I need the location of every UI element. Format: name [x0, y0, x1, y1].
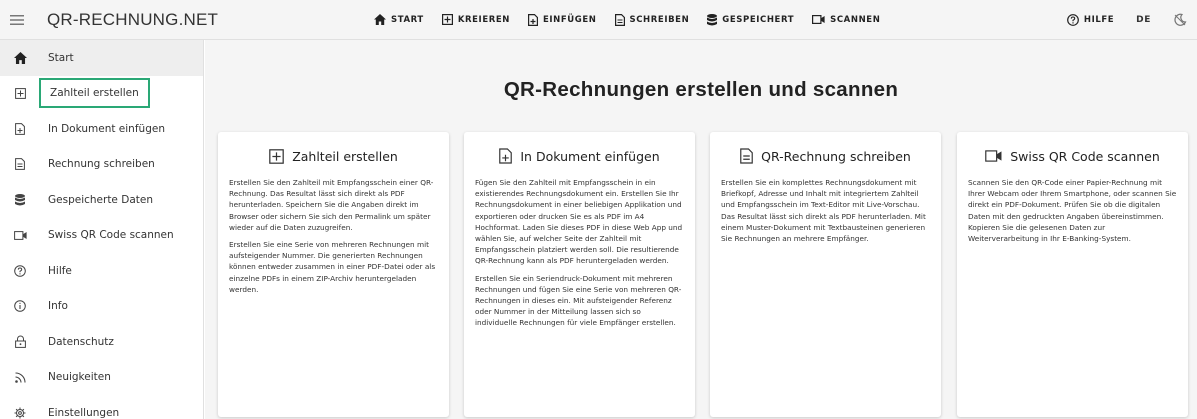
- card-in-dokument-einfuegen[interactable]: In Dokument einfügen Fügen Sie den Zahlt…: [464, 132, 695, 417]
- card-text: Scannen Sie den QR-Code einer Papier-Rec…: [968, 178, 1177, 244]
- home-icon: [374, 14, 386, 25]
- card-header: Swiss QR Code scannen: [968, 145, 1177, 167]
- nav-gespeichert[interactable]: GESPEICHERT: [698, 0, 803, 40]
- card-header: In Dokument einfügen: [475, 145, 684, 167]
- sidebar-item-start[interactable]: Start: [0, 40, 203, 76]
- nav-einfuegen[interactable]: EINFÜGEN: [519, 0, 606, 40]
- brand-title[interactable]: QR-RECHNUNG.NET: [47, 10, 357, 30]
- sidebar-item-einfuegen[interactable]: In Dokument einfügen: [0, 111, 203, 147]
- card-text: Fügen Sie den Zahlteil mit Empfangsschei…: [475, 178, 683, 266]
- sidebar-item-schreiben[interactable]: Rechnung schreiben: [0, 147, 203, 183]
- lock-icon: [0, 335, 40, 349]
- sidebar-item-label: Rechnung schreiben: [48, 158, 155, 171]
- sidebar-item-scannen[interactable]: Swiss QR Code scannen: [0, 218, 203, 254]
- card-title: QR-Rechnung schreiben: [761, 148, 911, 164]
- sidebar-item-info[interactable]: Info: [0, 289, 203, 325]
- sidebar-item-label: Gespeicherte Daten: [48, 193, 153, 206]
- card-title: In Dokument einfügen: [520, 148, 660, 164]
- sidebar-item-label: Swiss QR Code scannen: [48, 229, 174, 242]
- card-swiss-qr-scannen[interactable]: Swiss QR Code scannen Scannen Sie den QR…: [957, 132, 1188, 417]
- card-header: Zahlteil erstellen: [229, 145, 438, 167]
- nav-label: SCHREIBEN: [629, 14, 690, 25]
- sidebar-item-label: Datenschutz: [48, 335, 114, 348]
- page-title: QR-Rechnungen erstellen und scannen: [503, 78, 899, 101]
- database-icon: [707, 13, 718, 25]
- card-text: Erstellen Sie ein komplettes Rechnungsdo…: [721, 178, 926, 244]
- sidebar-item-label: Start: [48, 51, 74, 64]
- top-app-bar: QR-RECHNUNG.NET START KREIEREN EINFÜGEN …: [0, 0, 1197, 40]
- right-nav: HILFE DE: [1057, 0, 1197, 40]
- video-camera-icon: [985, 150, 1002, 162]
- file-plus-icon: [528, 13, 538, 26]
- card-text: Erstellen Sie ein Seriendruck-Dokument m…: [475, 273, 682, 328]
- sidebar-item-label: Einstellungen: [48, 406, 120, 419]
- nav-kreieren[interactable]: KREIEREN: [433, 0, 519, 40]
- video-camera-icon: [812, 15, 825, 24]
- sidebar: Start Zahlteil erstellen In Dokument ein…: [0, 40, 204, 419]
- sidebar-item-einstellungen[interactable]: Einstellungen: [0, 395, 203, 419]
- card-text: Erstellen Sie den Zahlteil mit Empfangss…: [229, 178, 434, 232]
- sidebar-item-zahlteil[interactable]: Zahlteil erstellen: [0, 76, 203, 112]
- card-text: Erstellen Sie eine Serie von mehreren Re…: [229, 240, 436, 294]
- nav-schreiben[interactable]: SCHREIBEN: [606, 0, 699, 40]
- file-plus-icon: [0, 122, 40, 135]
- main-nav: START KREIEREN EINFÜGEN SCHREIBEN GESPEI…: [365, 0, 889, 40]
- help-circle-icon: [1066, 14, 1079, 26]
- sidebar-item-label: Hilfe: [48, 264, 72, 277]
- sidebar-item-neuigkeiten[interactable]: Neuigkeiten: [0, 360, 203, 396]
- nav-label: SCANNEN: [830, 14, 881, 25]
- settings-icon: [0, 407, 40, 419]
- card-title: Swiss QR Code scannen: [1010, 148, 1160, 164]
- plus-box-icon: [269, 148, 284, 164]
- card-zahlteil-erstellen[interactable]: Zahlteil erstellen Erstellen Sie den Zah…: [218, 132, 449, 417]
- video-camera-icon: [0, 230, 40, 240]
- sidebar-item-hilfe[interactable]: Hilfe: [0, 253, 203, 289]
- main-content: QR-Rechnungen erstellen und scannen Zahl…: [205, 40, 1197, 419]
- file-plus-icon: [499, 148, 513, 164]
- help-circle-icon: [0, 264, 40, 277]
- file-document-icon: [740, 148, 753, 164]
- nav-label: HILFE: [1083, 15, 1115, 25]
- file-document-icon: [0, 158, 40, 171]
- sidebar-item-label: Zahlteil erstellen: [39, 78, 150, 109]
- sidebar-item-gespeichert[interactable]: Gespeicherte Daten: [0, 182, 203, 218]
- home-icon: [0, 51, 40, 64]
- rss-icon: [0, 372, 40, 383]
- plus-box-icon: [0, 87, 40, 99]
- card-header: QR-Rechnung schreiben: [721, 145, 930, 167]
- card-qr-rechnung-schreiben[interactable]: QR-Rechnung schreiben Erstellen Sie ein …: [710, 132, 941, 417]
- nav-start[interactable]: START: [365, 0, 433, 40]
- nav-label: KREIEREN: [457, 14, 510, 25]
- plus-box-icon: [441, 14, 453, 25]
- theme-toggle-icon[interactable]: [1163, 13, 1197, 27]
- sidebar-item-label: Neuigkeiten: [48, 371, 111, 384]
- card-title: Zahlteil erstellen: [292, 148, 398, 164]
- sidebar-item-label: Info: [48, 300, 68, 313]
- language-selector[interactable]: DE: [1124, 15, 1163, 25]
- sidebar-item-label: In Dokument einfügen: [48, 122, 165, 135]
- database-icon: [0, 193, 40, 206]
- nav-hilfe[interactable]: HILFE: [1057, 0, 1124, 40]
- info-icon: [0, 300, 40, 313]
- file-document-icon: [614, 13, 625, 26]
- sidebar-item-datenschutz[interactable]: Datenschutz: [0, 324, 203, 360]
- nav-label: START: [391, 14, 424, 25]
- nav-label: EINFÜGEN: [543, 14, 597, 25]
- nav-label: GESPEICHERT: [722, 14, 795, 25]
- nav-scannen[interactable]: SCANNEN: [803, 0, 889, 40]
- menu-icon[interactable]: [0, 0, 34, 40]
